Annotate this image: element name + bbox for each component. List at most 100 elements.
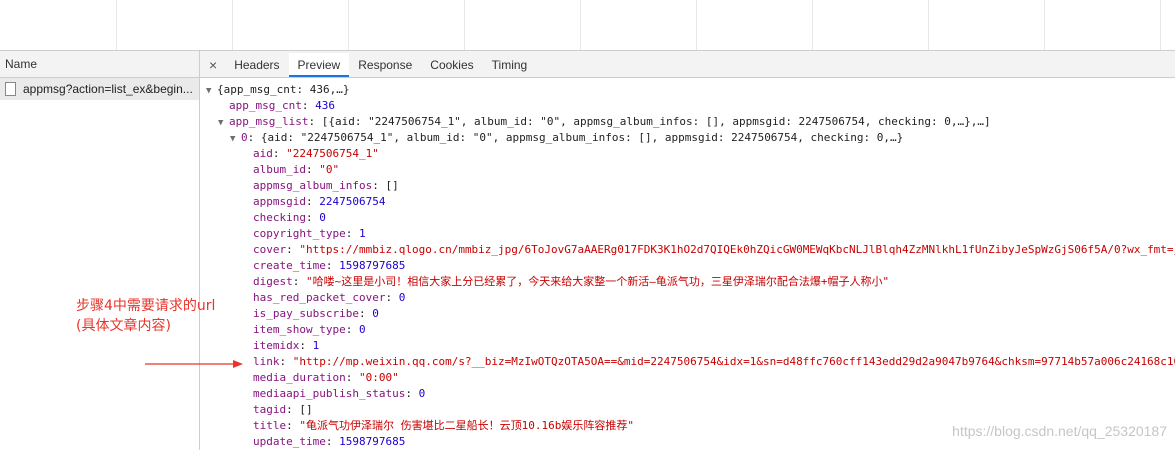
tree-value: 1598797685 <box>339 435 406 448</box>
tree-value: 436 <box>315 99 335 112</box>
tree-value: "0" <box>319 163 340 176</box>
request-list-panel: Name appmsg?action=list_ex&begin... <box>0 51 200 450</box>
tree-key: item_show_type <box>253 323 346 336</box>
tree-key: digest <box>253 275 293 288</box>
close-icon[interactable]: × <box>200 53 225 77</box>
tree-line: appmsg_album_infos: [] <box>200 178 1175 194</box>
tree-key: itemidx <box>253 339 300 352</box>
tree-value: [] <box>299 403 313 416</box>
tree-value: "2247506754_1" <box>286 147 379 160</box>
tree-line: cover: "https://mmbiz.qlogo.cn/mmbiz_jpg… <box>200 242 1175 258</box>
tree-line: checking: 0 <box>200 210 1175 226</box>
request-row[interactable]: appmsg?action=list_ex&begin... <box>0 78 199 100</box>
tab-response[interactable]: Response <box>349 53 421 77</box>
annotation-arrow <box>145 360 243 368</box>
annotation-line-1: 步骤4中需要请求的url <box>76 298 216 314</box>
tree-separator: : <box>308 115 322 128</box>
network-timeline-overview[interactable] <box>0 0 1175 51</box>
tree-key: update_time <box>253 435 326 448</box>
tree-key: mediaapi_publish_status <box>253 387 406 400</box>
tree-value: 0 <box>358 323 366 336</box>
tree-value: {aid: "2247506754_1", album_id: "0", app… <box>260 131 904 144</box>
tree-line: digest: "哈喽~这里是小司！相信大家上分已经累了，今天来给大家整一个新活… <box>200 274 1175 290</box>
tree-value: "哈喽~这里是小司！相信大家上分已经累了，今天来给大家整一个新活—龟派气功，三星… <box>306 275 890 288</box>
tree-key: checking <box>253 211 306 224</box>
tree-line: create_time: 1598797685 <box>200 258 1175 274</box>
tab-headers[interactable]: Headers <box>225 53 288 77</box>
tree-key: tagid <box>253 403 287 416</box>
annotation-line-2: (具体文章内容) <box>76 318 171 334</box>
tree-key: aid <box>253 147 273 160</box>
timeline-gridline <box>580 0 581 50</box>
tree-value: "http://mp.weixin.qq.com/s?__biz=MzIwOTQ… <box>292 355 1175 368</box>
tree-key: app_msg_cnt <box>229 99 302 112</box>
document-icon <box>5 82 16 96</box>
timeline-gridline <box>812 0 813 50</box>
tree-key: 0 <box>241 131 248 144</box>
timeline-gridline <box>116 0 117 50</box>
tree-line: album_id: "0" <box>200 162 1175 178</box>
json-preview-tree: ▼ {app_msg_cnt: 436,…} app_msg_cnt: 436 ▼ ap… <box>200 78 1175 450</box>
timeline-gridline <box>696 0 697 50</box>
tree-separator: : <box>299 339 313 352</box>
request-details-panel: × Headers Preview Response Cookies Timin… <box>200 51 1175 450</box>
expand-triangle-icon[interactable]: ▼ <box>206 83 217 98</box>
tree-separator: : <box>325 259 340 272</box>
tab-timing[interactable]: Timing <box>483 53 537 77</box>
tree-line: itemidx: 1 <box>200 338 1175 354</box>
tree-key: copyright_type <box>253 227 346 240</box>
tree-value: 2247506754 <box>319 195 386 208</box>
timeline-gridline <box>1044 0 1045 50</box>
tree-separator: : <box>305 211 320 224</box>
tree-separator: : <box>358 307 373 320</box>
expand-triangle-icon[interactable]: ▼ <box>230 131 241 146</box>
details-tabs: × Headers Preview Response Cookies Timin… <box>200 51 1175 78</box>
tree-line: aid: "2247506754_1" <box>200 146 1175 162</box>
tab-cookies[interactable]: Cookies <box>421 53 482 77</box>
request-name: appmsg?action=list_ex&begin... <box>23 82 193 96</box>
tree-value: 1 <box>312 339 320 352</box>
tree-separator: : <box>272 147 287 160</box>
tree-separator: : <box>286 243 300 256</box>
tree-line: mediaapi_publish_status: 0 <box>200 386 1175 402</box>
tree-key: has_red_packet_cover <box>253 291 386 304</box>
tree-separator: : <box>286 419 300 432</box>
tab-preview[interactable]: Preview <box>288 53 350 77</box>
tree-key: cover <box>253 243 287 256</box>
tree-value: 0 <box>319 211 326 224</box>
tree-line[interactable]: ▼ {app_msg_cnt: 436,…} <box>200 82 1175 98</box>
tree-key: title <box>253 419 287 432</box>
tree-line: has_red_packet_cover: 0 <box>200 290 1175 306</box>
name-column-header[interactable]: Name <box>0 51 199 78</box>
tree-separator: : <box>279 355 293 368</box>
tree-line: appmsgid: 2247506754 <box>200 194 1175 210</box>
tree-separator: : <box>325 435 340 448</box>
tree-line: media_duration: "0:00" <box>200 370 1175 386</box>
tree-line[interactable]: ▼ 0: {aid: "2247506754_1", album_id: "0",… <box>200 130 1175 146</box>
tree-separator: : <box>286 403 300 416</box>
tree-separator: : <box>305 195 320 208</box>
tree-separator: : <box>385 291 399 304</box>
tree-line: is_pay_subscribe: 0 <box>200 306 1175 322</box>
tree-separator: : <box>345 371 359 384</box>
tree-key: album_id <box>253 163 306 176</box>
tree-key: app_msg_list <box>229 115 309 128</box>
tree-value: 1 <box>358 227 366 240</box>
tree-value: "0:00" <box>358 371 399 384</box>
tree-separator: : <box>345 323 359 336</box>
tree-value: "龟派气功伊泽瑞尔 伤害堪比二星船长！云顶10.16b娱乐阵容推荐" <box>299 419 634 432</box>
tree-key: appmsg_album_infos <box>253 179 373 192</box>
timeline-gridline <box>928 0 929 50</box>
tree-value: 1598797685 <box>339 259 406 272</box>
tree-line: tagid: [] <box>200 402 1175 418</box>
tree-value: [{aid: "2247506754_1", album_id: "0", ap… <box>321 115 991 128</box>
tree-key: appmsgid <box>253 195 306 208</box>
tree-separator: : <box>292 275 306 288</box>
tree-key: link <box>253 355 280 368</box>
tree-value: {app_msg_cnt: 436,…} <box>217 83 350 96</box>
watermark: https://blog.csdn.net/qq_25320187 <box>952 423 1167 439</box>
tree-line[interactable]: ▼ app_msg_list: [{aid: "2247506754_1", al… <box>200 114 1175 130</box>
tree-line: item_show_type: 0 <box>200 322 1175 338</box>
expand-triangle-icon[interactable]: ▼ <box>218 115 229 130</box>
tree-separator: : <box>305 163 320 176</box>
